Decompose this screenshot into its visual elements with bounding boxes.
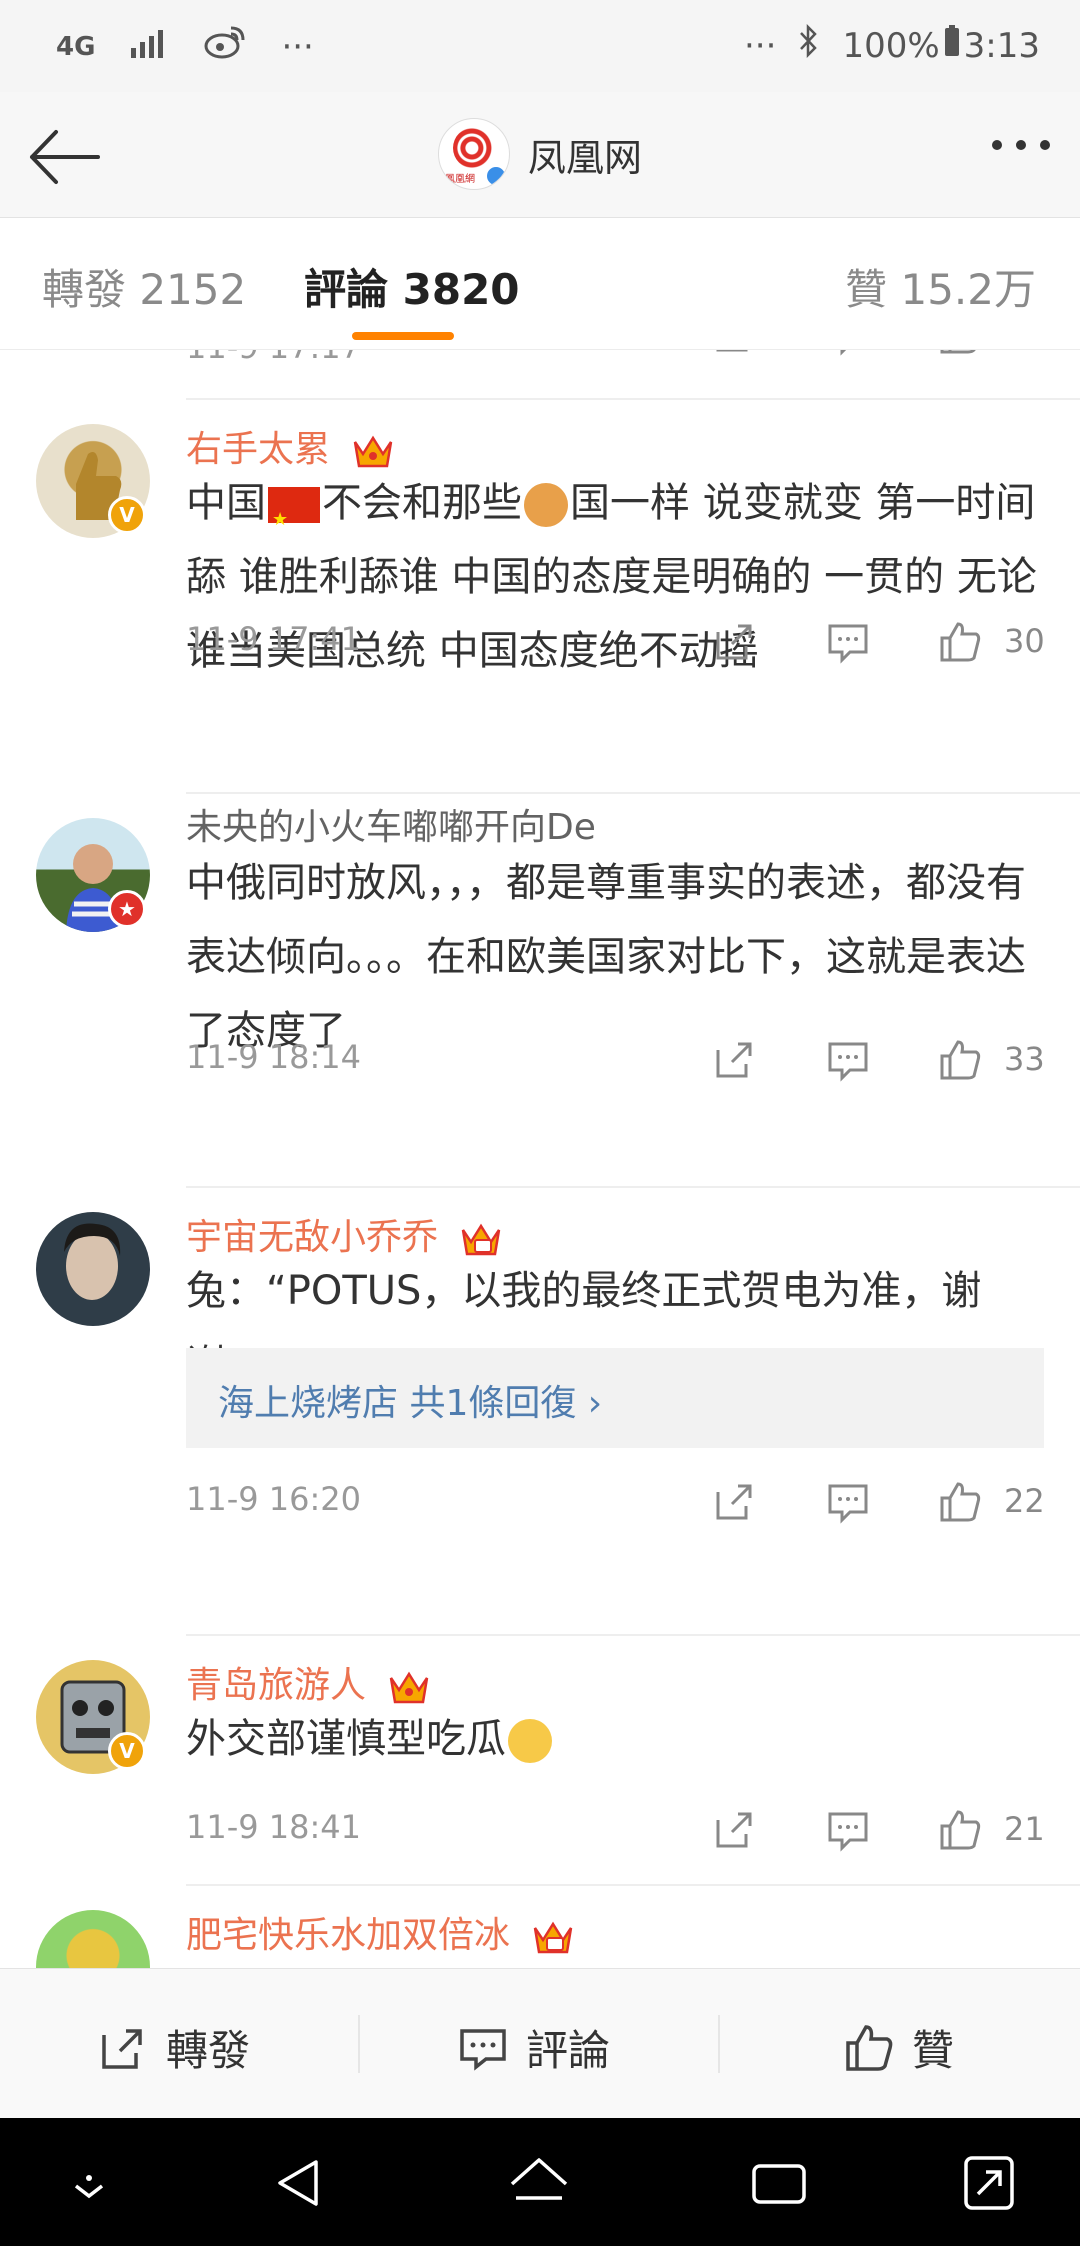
like-count: 22	[1004, 1482, 1045, 1520]
thumbs-up-icon	[846, 2024, 893, 2071]
china-flag-emoji-icon	[268, 483, 320, 557]
crown-icon	[462, 1223, 501, 1256]
back-nav-icon[interactable]	[266, 2148, 336, 2218]
comment-username[interactable]: 未央的小火车嘟嘟开向De	[186, 798, 596, 850]
yummy-emoji-icon	[508, 1719, 552, 1763]
signal-icon	[129, 27, 169, 67]
more-options-button[interactable]	[992, 140, 1050, 150]
share-icon	[102, 2028, 142, 2069]
tab-likes[interactable]: 贊 15.2万	[845, 256, 1036, 317]
recent-apps-icon[interactable]	[744, 2148, 814, 2218]
avatar[interactable]: V	[36, 424, 152, 540]
title-bar: 鳳凰網 凤凰网	[0, 92, 1080, 218]
reply-summary-link: 海上烧烤店 共1條回復 ›	[218, 1383, 603, 1424]
battery-icon	[944, 25, 960, 66]
comment-icon	[460, 2028, 506, 2071]
comment-meta: 11-9 17:41 30	[186, 620, 1080, 670]
system-nav-bar	[0, 2118, 1080, 2246]
like-count: 30	[1004, 622, 1045, 660]
comment-username[interactable]: 肥宅快乐水加双倍冰	[186, 1906, 575, 1958]
crown-icon	[354, 435, 393, 468]
comment-body: 中俄同时放风，，，都是尊重事实的表述，都没有表达倾向。。。在和欧美国家对比下，这…	[186, 860, 1026, 1054]
reply-icon[interactable]	[826, 1480, 870, 1524]
active-tab-indicator	[352, 332, 454, 340]
back-button[interactable]	[24, 122, 104, 192]
share-icon[interactable]	[712, 620, 756, 664]
comment-list[interactable]: 11-9 17:17 V 右手太累 中国不会和那些国一样 说变就变 第一时间舔 …	[0, 350, 1080, 1968]
reply-icon[interactable]	[826, 1038, 870, 1082]
person-avatar-icon	[64, 1223, 121, 1300]
comment-meta: 11-9 18:41 21	[186, 1808, 1080, 1858]
like-count: 33	[1004, 1040, 1045, 1078]
reply-summary[interactable]: 海上烧烤店 共1條回復 ›	[186, 1348, 1044, 1448]
verified-icon	[485, 165, 507, 187]
bluetooth-icon	[798, 23, 820, 67]
expand-icon[interactable]	[954, 2148, 1024, 2218]
list-item: V 青岛旅游人 外交部谨慎型吃瓜 11-9 18:41 21	[0, 1636, 1080, 1856]
share-icon[interactable]	[712, 350, 756, 356]
share-icon[interactable]	[712, 1808, 756, 1852]
thumbs-up-icon[interactable]	[938, 620, 982, 664]
list-item: ★ 未央的小火车嘟嘟开向De 中俄同时放风，，，都是尊重事实的表述，都没有表达倾…	[0, 794, 1080, 1082]
list-item: 肥宅快乐水加双倍冰	[0, 1886, 1080, 1968]
list-item: 宇宙无敌小乔乔 兔：“POTUS，以我的最终正式贺电为准，谢谢。” 海上烧烤店 …	[0, 1188, 1080, 1622]
tab-reposts[interactable]: 轉發 2152	[42, 256, 246, 317]
like-button[interactable]: 贊	[844, 2017, 954, 2078]
thumbs-up-icon[interactable]	[938, 1480, 982, 1524]
comment-username[interactable]: 宇宙无敌小乔乔	[186, 1208, 503, 1260]
bottom-action-bar: 轉發 評論 贊	[0, 1968, 1080, 2118]
crown-icon	[534, 1921, 573, 1954]
comment-time: 11-9 18:41	[186, 1808, 362, 1846]
comment-username[interactable]: 青岛旅游人	[186, 1656, 431, 1708]
comment-time: 11-9 18:14	[186, 1038, 362, 1076]
tab-comments[interactable]: 評論 3820	[304, 256, 520, 317]
list-item: 11-9 17:17	[186, 350, 1080, 380]
overflow-notifications: ···	[281, 26, 314, 67]
like-count: 21	[1004, 1810, 1045, 1848]
comment-time: 11-9 17:41	[186, 620, 362, 658]
comment-username[interactable]: 右手太累	[186, 420, 395, 472]
crown-icon	[390, 1671, 429, 1704]
account-logo: 鳳凰網	[438, 118, 510, 190]
status-bar: 4G ··· ··· 100% 3:13	[0, 0, 1080, 92]
home-nav-icon[interactable]	[504, 2148, 574, 2218]
comment-body: 外交部谨慎型吃瓜	[186, 1702, 1040, 1776]
thumbs-up-icon[interactable]	[938, 350, 982, 356]
list-item: V 右手太累 中国不会和那些国一样 说变就变 第一时间舔 谁胜利舔谁 中国的态度…	[0, 400, 1080, 674]
reply-icon[interactable]	[826, 1808, 870, 1852]
repost-button[interactable]: 轉發	[98, 2017, 250, 2078]
share-icon[interactable]	[712, 1480, 756, 1524]
thumbs-up-icon[interactable]	[938, 1808, 982, 1852]
arrow-left-icon	[30, 130, 100, 184]
avatar[interactable]	[36, 1910, 152, 1968]
comment-button[interactable]: 評論	[458, 2017, 610, 2078]
member-badge-icon: ★	[108, 890, 146, 928]
clock: 3:13	[963, 25, 1040, 66]
reply-icon[interactable]	[826, 620, 870, 664]
comment-time: 11-9 17:17	[186, 350, 361, 366]
avatar[interactable]	[36, 1212, 152, 1328]
network-indicator: 4G	[56, 31, 96, 62]
overflow-status: ···	[744, 25, 777, 66]
avatar[interactable]: V	[36, 1660, 152, 1776]
comment-meta: 11-9 16:20 22	[186, 1480, 1080, 1530]
dog-emoji-icon	[524, 483, 568, 527]
share-icon[interactable]	[712, 1038, 756, 1082]
chevron-down-icon[interactable]	[54, 2148, 124, 2218]
comment-meta: 11-9 18:14 33	[186, 1038, 1080, 1088]
comment-time: 11-9 16:20	[186, 1480, 362, 1518]
verified-badge-icon: V	[108, 1732, 146, 1770]
tab-bar: 轉發 2152 評論 3820 贊 15.2万	[0, 218, 1080, 350]
weibo-icon	[203, 24, 247, 69]
verified-badge-icon: V	[108, 496, 146, 534]
account-title[interactable]: 鳳凰網 凤凰网	[438, 118, 642, 190]
thumbs-up-icon[interactable]	[938, 1038, 982, 1082]
avatar[interactable]: ★	[36, 818, 152, 934]
page-title: 凤凰网	[528, 135, 643, 180]
reply-icon[interactable]	[826, 350, 870, 356]
battery-percent: 100%	[842, 25, 940, 66]
